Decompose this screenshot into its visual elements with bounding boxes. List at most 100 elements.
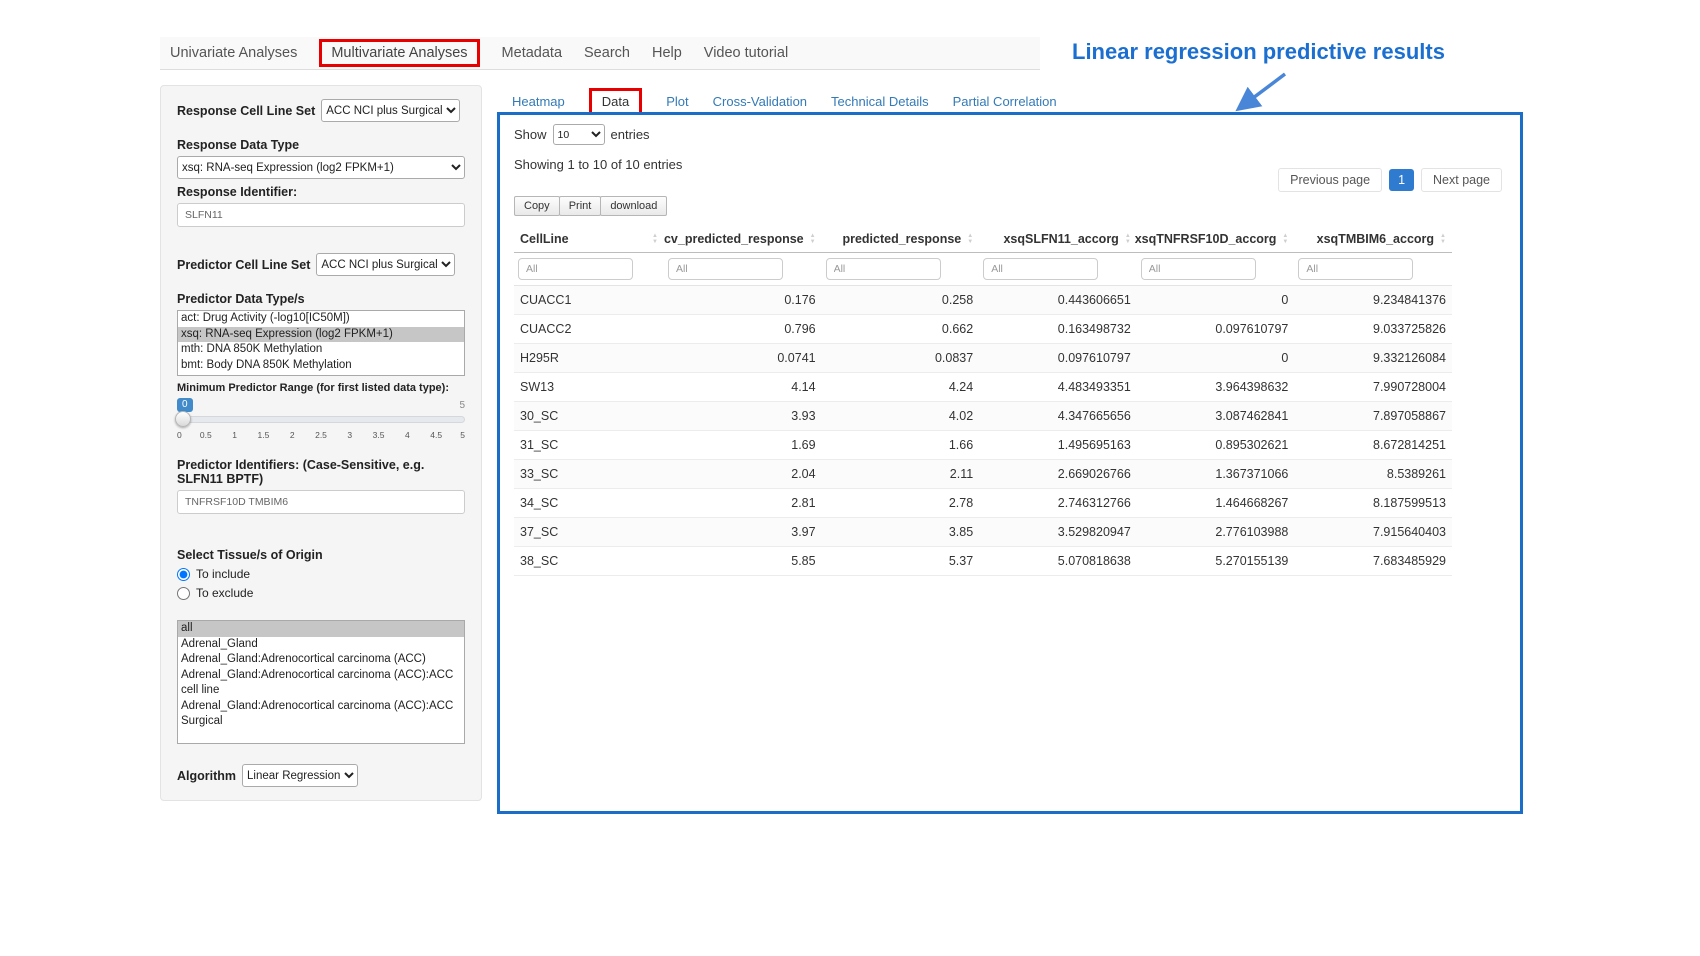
sort-icon[interactable]: [1125, 234, 1131, 245]
current-page-button[interactable]: 1: [1389, 169, 1414, 191]
cell-value: 2.04: [664, 460, 822, 489]
cell-cellline: 33_SC: [514, 460, 664, 489]
cell-value: 0.443606651: [979, 286, 1137, 315]
table-row[interactable]: H295R0.07410.08370.09761079709.332126084: [514, 344, 1452, 373]
nav-item-help[interactable]: Help: [652, 45, 682, 61]
show-entries-select[interactable]: 10: [553, 124, 605, 145]
tab-heatmap[interactable]: Heatmap: [512, 94, 565, 109]
predictor-data-types-label: Predictor Data Type/s: [177, 292, 465, 306]
column-header-predicted-response[interactable]: predicted_response: [822, 226, 980, 253]
table-row[interactable]: 38_SC5.855.375.0708186385.2701551397.683…: [514, 547, 1452, 576]
sort-icon[interactable]: [810, 234, 816, 245]
tissue-option[interactable]: Adrenal_Gland: [178, 637, 464, 653]
tissue-option[interactable]: Adrenal_Gland:Adrenocortical carcinoma (…: [178, 668, 464, 699]
cell-value: 2.11: [822, 460, 980, 489]
filter-input-xsqtmbim6-accorg[interactable]: [1298, 258, 1413, 280]
column-header-inner: CellLine: [520, 232, 658, 246]
predictor-type-option-bmt[interactable]: bmt: Body DNA 850K Methylation: [178, 358, 464, 374]
sort-icon[interactable]: [1440, 234, 1446, 245]
predictor-type-listbox[interactable]: act: Drug Activity (-log10[IC50M])xsq: R…: [177, 310, 465, 376]
filter-input-cellline[interactable]: [518, 258, 633, 280]
tab-cross-validation[interactable]: Cross-Validation: [713, 94, 807, 109]
nav-item-metadata[interactable]: Metadata: [502, 45, 562, 61]
nav-item-univariate-analyses[interactable]: Univariate Analyses: [170, 45, 297, 61]
nav-item-multivariate-analyses[interactable]: Multivariate Analyses: [319, 39, 479, 67]
app-page: Univariate Analyses Multivariate Analyses…: [0, 0, 1700, 956]
table-row[interactable]: CUACC20.7960.6620.1634987320.0976107979.…: [514, 315, 1452, 344]
column-header-xsqslfn11-accorg[interactable]: xsqSLFN11_accorg: [979, 226, 1137, 253]
cell-value: 4.14: [664, 373, 822, 402]
cell-value: 8.5389261: [1294, 460, 1452, 489]
slider-tick: 4: [405, 430, 410, 440]
predictor-type-option-xsq[interactable]: xsq: RNA-seq Expression (log2 FPKM+1): [178, 327, 464, 343]
tab-technical-details[interactable]: Technical Details: [831, 94, 929, 109]
response-cell-line-set-select[interactable]: ACC NCI plus Surgical: [321, 99, 460, 122]
copy-button[interactable]: Copy: [514, 196, 560, 216]
response-identifier-input[interactable]: [177, 203, 465, 227]
slider-track[interactable]: [177, 416, 465, 423]
slider-tick: 2.5: [315, 430, 327, 440]
cell-value: 4.483493351: [979, 373, 1137, 402]
filter-input-cv-predicted-response[interactable]: [668, 258, 783, 280]
filter-cell: [1294, 253, 1452, 286]
filter-input-xsqtnfrsf10d-accorg[interactable]: [1141, 258, 1256, 280]
filter-input-predicted-response[interactable]: [826, 258, 941, 280]
tissue-listbox[interactable]: allAdrenal_GlandAdrenal_Gland:Adrenocort…: [177, 620, 465, 744]
min-predictor-range-label: Minimum Predictor Range (for first liste…: [177, 382, 465, 394]
previous-page-button[interactable]: Previous page: [1278, 168, 1382, 192]
cell-value: 3.93: [664, 402, 822, 431]
next-page-button[interactable]: Next page: [1421, 168, 1502, 192]
response-cell-line-set-label: Response Cell Line Set: [177, 104, 315, 118]
cell-value: 1.66: [822, 431, 980, 460]
table-row[interactable]: 34_SC2.812.782.7463127661.4646682678.187…: [514, 489, 1452, 518]
table-row[interactable]: 31_SC1.691.661.4956951630.8953026218.672…: [514, 431, 1452, 460]
cell-value: 1.367371066: [1137, 460, 1295, 489]
table-row[interactable]: 33_SC2.042.112.6690267661.3673710668.538…: [514, 460, 1452, 489]
column-header-xsqtmbim6-accorg[interactable]: xsqTMBIM6_accorg: [1294, 226, 1452, 253]
sort-icon[interactable]: [1282, 234, 1288, 245]
filter-input-xsqslfn11-accorg[interactable]: [983, 258, 1098, 280]
tab-partial-correlation[interactable]: Partial Correlation: [953, 94, 1057, 109]
algorithm-select[interactable]: Linear Regression: [242, 764, 358, 787]
sort-icon[interactable]: [967, 234, 973, 245]
tissue-option[interactable]: Adrenal_Gland:Adrenocortical carcinoma (…: [178, 652, 464, 668]
nav-item-search[interactable]: Search: [584, 45, 630, 61]
results-panel: Show 10 entries Showing 1 to 10 of 10 en…: [497, 112, 1523, 814]
tissue-option[interactable]: all: [178, 621, 464, 637]
cell-value: 9.033725826: [1294, 315, 1452, 344]
table-row[interactable]: 30_SC3.934.024.3476656563.0874628417.897…: [514, 402, 1452, 431]
tissue-option[interactable]: Adrenal_Gland:Adrenocortical carcinoma (…: [178, 699, 464, 730]
tab-plot[interactable]: Plot: [666, 94, 688, 109]
show-entries-row: Show 10 entries: [514, 124, 1506, 145]
column-header-cv-predicted-response[interactable]: cv_predicted_response: [664, 226, 822, 253]
cell-value: 1.69: [664, 431, 822, 460]
table-row[interactable]: 37_SC3.973.853.5298209472.7761039887.915…: [514, 518, 1452, 547]
radio-to-exclude[interactable]: [177, 587, 190, 600]
download-button[interactable]: download: [600, 196, 667, 216]
column-header-xsqtnfrsf10d-accorg[interactable]: xsqTNFRSF10D_accorg: [1137, 226, 1295, 253]
pagination: Previous page 1 Next page: [1278, 168, 1502, 192]
predictor-type-option-mth[interactable]: mth: DNA 850K Methylation: [178, 342, 464, 358]
sort-icon[interactable]: [652, 234, 658, 245]
cell-cellline: H295R: [514, 344, 664, 373]
nav-item-video-tutorial[interactable]: Video tutorial: [704, 45, 788, 61]
cell-value: 8.187599513: [1294, 489, 1452, 518]
predictor-identifiers-input[interactable]: [177, 490, 465, 514]
min-range-slider[interactable]: 0 5 00.511.522.533.544.55: [177, 398, 465, 446]
predictor-type-option-act[interactable]: act: Drug Activity (-log10[IC50M]): [178, 311, 464, 327]
cell-cellline: 31_SC: [514, 431, 664, 460]
table-row[interactable]: SW134.144.244.4834933513.9643986327.9907…: [514, 373, 1452, 402]
table-row[interactable]: CUACC10.1760.2580.44360665109.234841376: [514, 286, 1452, 315]
slider-handle[interactable]: [175, 411, 191, 427]
predictor-cell-line-set-select[interactable]: ACC NCI plus Surgical: [316, 253, 455, 276]
response-data-type-select[interactable]: xsq: RNA-seq Expression (log2 FPKM+1): [177, 156, 465, 179]
column-header-cellline[interactable]: CellLine: [514, 226, 664, 253]
tab-data[interactable]: Data: [589, 88, 642, 115]
radio-to-include[interactable]: [177, 568, 190, 581]
slider-tick: 4.5: [430, 430, 442, 440]
table-body: CUACC10.1760.2580.44360665109.234841376C…: [514, 286, 1452, 576]
cell-value: 7.897058867: [1294, 402, 1452, 431]
print-button[interactable]: Print: [559, 196, 602, 216]
top-nav: Univariate Analyses Multivariate Analyses…: [160, 37, 1040, 70]
cell-cellline: CUACC2: [514, 315, 664, 344]
